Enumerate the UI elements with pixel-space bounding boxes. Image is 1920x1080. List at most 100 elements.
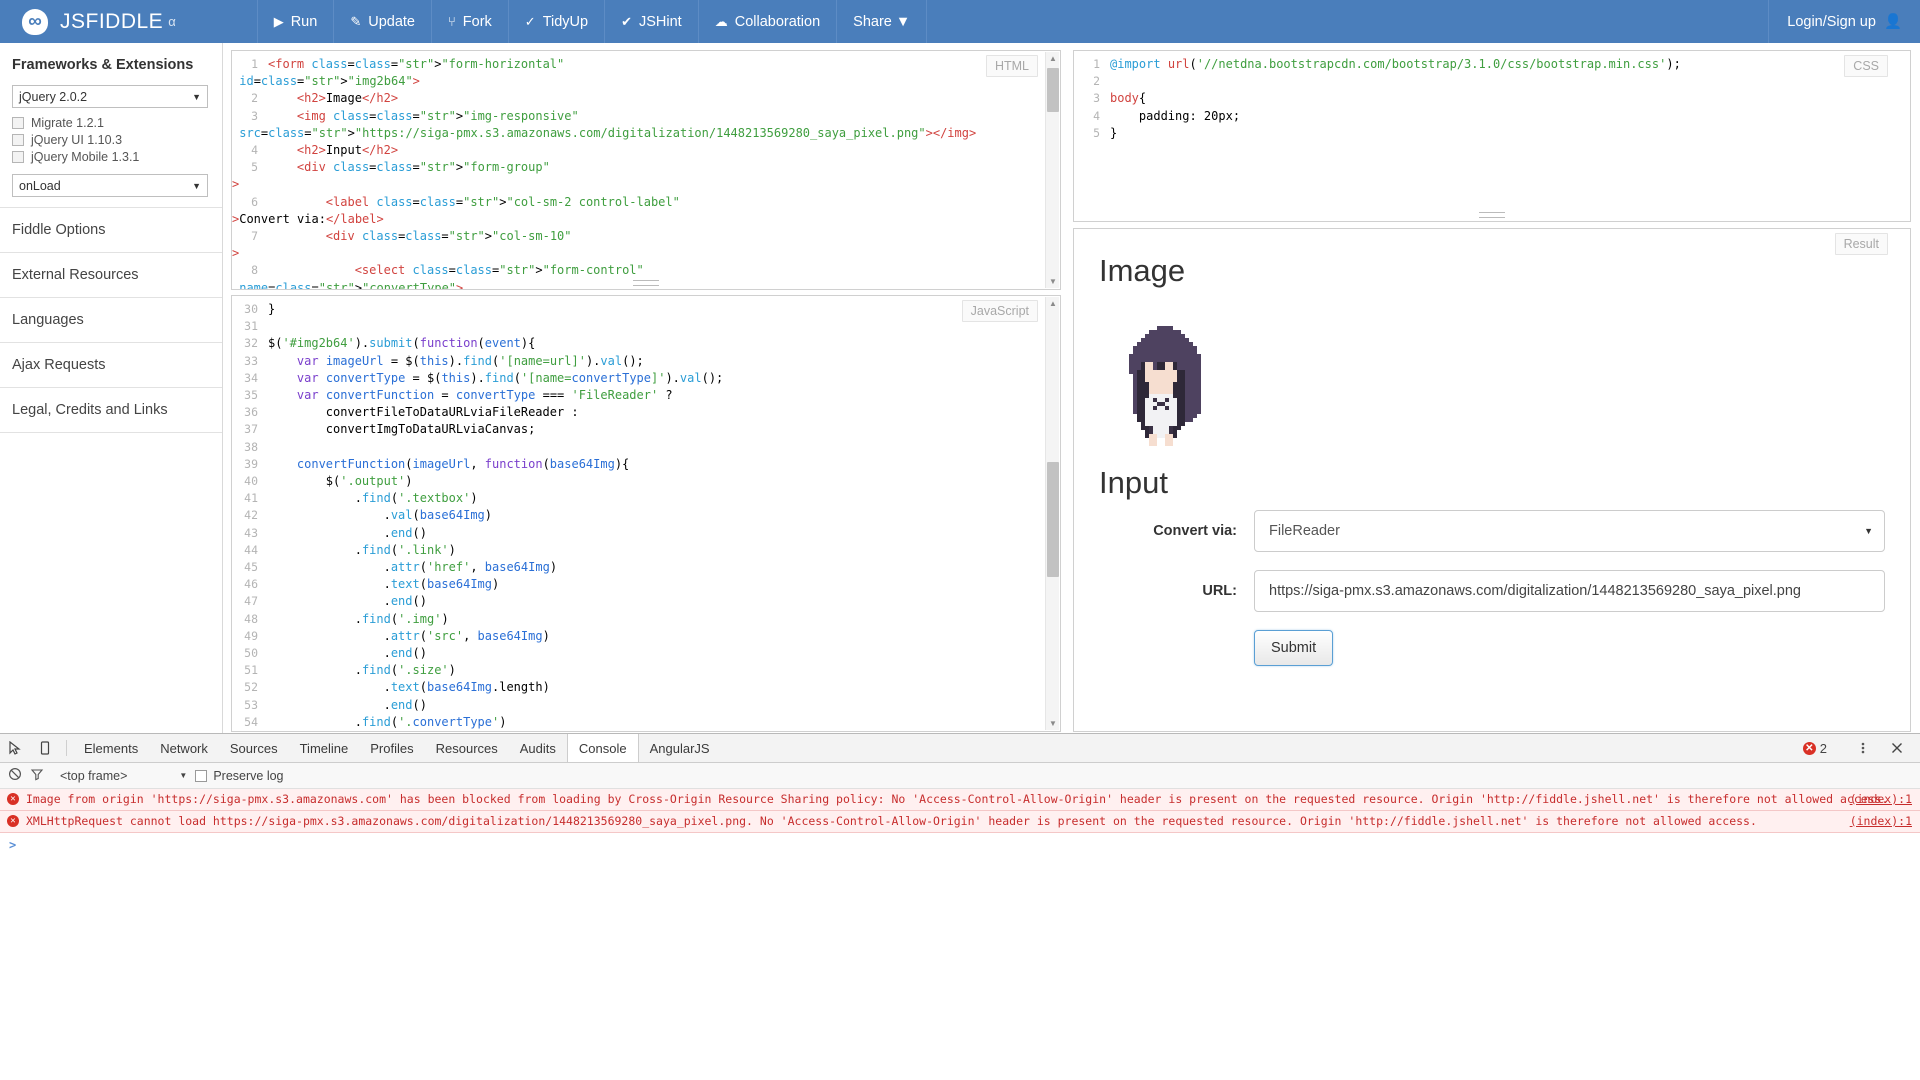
jsfiddle-logo-icon (22, 8, 48, 35)
html-scrollbar[interactable]: ▲ ▼ (1045, 52, 1059, 288)
sidebar-item-fiddle-options[interactable]: Fiddle Options (0, 208, 222, 253)
framework-select-value: jQuery 2.0.2 (19, 89, 88, 104)
tidyup-button[interactable]: ✓ TidyUp (507, 0, 604, 43)
scroll-down-icon[interactable]: ▼ (1046, 275, 1060, 288)
checkbox-icon[interactable] (12, 134, 24, 146)
error-icon: ✕ (7, 793, 19, 805)
load-type-select-value: onLoad (19, 178, 61, 193)
checkbox-migrate[interactable]: Migrate 1.2.1 (12, 116, 210, 130)
html-panel-resize-grip[interactable] (633, 280, 659, 286)
javascript-scrollbar[interactable]: ▲ ▼ (1045, 297, 1059, 730)
console-message-row[interactable]: ✕ Image from origin 'https://siga-pmx.s3… (0, 789, 1920, 811)
frame-selector[interactable]: <top frame> ▼ (60, 769, 187, 783)
jshint-label: JSHint (639, 13, 682, 30)
toolbar-divider (66, 740, 67, 756)
login-signup-button[interactable]: Login/Sign up 👤 (1768, 0, 1920, 43)
filter-icon[interactable] (30, 767, 44, 784)
framework-select[interactable]: jQuery 2.0.2 ▼ (12, 85, 208, 108)
checkbox-jquery-ui-label: jQuery UI 1.10.3 (31, 133, 123, 147)
scroll-up-icon[interactable]: ▲ (1046, 297, 1060, 310)
scroll-thumb[interactable] (1047, 462, 1059, 577)
preserve-log-label: Preserve log (213, 768, 284, 783)
cloud-icon: ☁ (714, 14, 728, 29)
kebab-menu-icon[interactable] (1848, 741, 1878, 755)
scroll-thumb[interactable] (1047, 68, 1059, 112)
console-message-source[interactable]: (index):1 (1850, 814, 1912, 829)
result-panel-label: Result (1834, 233, 1888, 255)
devtools-tab-angularjs[interactable]: AngularJS (639, 734, 721, 762)
share-button[interactable]: Share ▼ (836, 0, 928, 43)
chevron-down-icon: ▼ (179, 771, 188, 780)
fork-label: Fork (462, 13, 492, 30)
error-icon: ✕ (7, 815, 19, 827)
sidebar: Frameworks & Extensions jQuery 2.0.2 ▼ M… (0, 43, 223, 733)
css-code-area[interactable]: 1 @import url('//netdna.bootstrapcdn.com/… (1074, 51, 1910, 147)
chevron-down-icon: ▼ (192, 180, 201, 191)
devtools-tabbar: Elements Network Sources Timeline Profil… (0, 734, 1920, 763)
preserve-log-toggle[interactable]: Preserve log (195, 768, 284, 783)
submit-button[interactable]: Submit (1254, 630, 1334, 667)
fork-button[interactable]: ⑂ Fork (430, 0, 508, 43)
checkbox-icon[interactable] (12, 117, 24, 129)
frame-selector-value: <top frame> (60, 768, 128, 783)
sidebar-menu: Fiddle Options External Resources Langua… (0, 207, 222, 433)
error-count: 2 (1819, 740, 1827, 756)
top-toolbar: JSFIDDLE α ▶ Run ✎ Update ⑂ Fork ✓ TidyU… (0, 0, 1920, 43)
url-input[interactable]: https://siga-pmx.s3.amazonaws.com/digita… (1254, 570, 1885, 613)
play-icon: ▶ (273, 14, 284, 29)
console-message-row[interactable]: ✕ XMLHttpRequest cannot load https://sig… (0, 811, 1920, 833)
run-button[interactable]: ▶ Run (256, 0, 334, 43)
jshint-button[interactable]: ✔ JSHint (604, 0, 698, 43)
load-type-select[interactable]: onLoad ▼ (12, 174, 208, 197)
devtools-tab-sources[interactable]: Sources (219, 734, 289, 762)
chevron-down-icon: ▼ (192, 91, 201, 102)
scroll-down-icon[interactable]: ▼ (1046, 717, 1060, 730)
html-code-area[interactable]: 1 <form class=class="str">"form-horizonta… (232, 51, 1060, 289)
scroll-up-icon[interactable]: ▲ (1046, 52, 1060, 65)
devtools-tab-network[interactable]: Network (149, 734, 219, 762)
console-message-list: ✕ Image from origin 'https://siga-pmx.s3… (0, 789, 1920, 852)
sidebar-item-external-resources[interactable]: External Resources (0, 253, 222, 298)
checkbox-jquery-ui[interactable]: jQuery UI 1.10.3 (12, 133, 210, 147)
checkbox-jquery-mobile[interactable]: jQuery Mobile 1.3.1 (12, 150, 210, 164)
devtools-tab-elements[interactable]: Elements (73, 734, 149, 762)
clear-console-icon[interactable] (8, 767, 22, 784)
convert-type-select[interactable]: FileReader ▼ (1254, 510, 1885, 553)
javascript-editor-panel[interactable]: JavaScript 30} 31 32 $('#img2b64').submit(… (231, 295, 1061, 732)
tidyup-label: TidyUp (542, 13, 589, 30)
devtools-tab-audits[interactable]: Audits (509, 734, 567, 762)
brand-logo-area[interactable]: JSFIDDLE α (0, 0, 194, 43)
console-input-prompt[interactable] (0, 833, 1920, 852)
fork-icon: ⑂ (447, 14, 456, 29)
checkbox-icon[interactable] (12, 151, 24, 163)
collaboration-label: Collaboration (734, 13, 821, 30)
run-label: Run (290, 13, 318, 30)
error-icon: ✕ (1802, 741, 1816, 755)
inspect-cursor-icon[interactable] (0, 734, 30, 762)
html-panel-label: HTML (985, 55, 1038, 77)
devtools-tab-console[interactable]: Console (566, 734, 639, 762)
device-toolbar-icon[interactable] (30, 734, 60, 762)
html-editor-panel[interactable]: HTML 1 <form class=class="str">"form-hori… (231, 50, 1061, 290)
css-panel-resize-grip[interactable] (1479, 212, 1505, 218)
devtools-tab-timeline[interactable]: Timeline (289, 734, 360, 762)
update-button[interactable]: ✎ Update (333, 0, 431, 43)
collaboration-button[interactable]: ☁ Collaboration (697, 0, 836, 43)
console-message-text: Image from origin 'https://siga-pmx.s3.a… (26, 792, 1889, 806)
console-filter-bar: <top frame> ▼ Preserve log (0, 763, 1920, 789)
broom-icon: ✓ (524, 14, 536, 29)
update-label: Update (368, 13, 415, 30)
checkbox-icon[interactable] (195, 769, 208, 782)
devtools-tab-profiles[interactable]: Profiles (359, 734, 424, 762)
error-count-badge[interactable]: ✕ 2 (1802, 740, 1827, 756)
saya-pixel-image (1113, 310, 1217, 447)
sidebar-item-languages[interactable]: Languages (0, 298, 222, 343)
close-icon[interactable] (1882, 741, 1912, 755)
sidebar-item-legal-credits[interactable]: Legal, Credits and Links (0, 388, 222, 433)
console-message-source[interactable]: (index):1 (1850, 792, 1912, 807)
javascript-code-area[interactable]: 30} 31 32 $('#img2b64').submit(function(ev… (232, 296, 1060, 731)
result-panel: Result Image Input Convert via: FileRead… (1073, 228, 1911, 732)
devtools-tab-resources[interactable]: Resources (425, 734, 509, 762)
css-editor-panel[interactable]: CSS 1 @import url('//netdna.bootstrapcdn.… (1073, 50, 1911, 222)
sidebar-item-ajax-requests[interactable]: Ajax Requests (0, 343, 222, 388)
